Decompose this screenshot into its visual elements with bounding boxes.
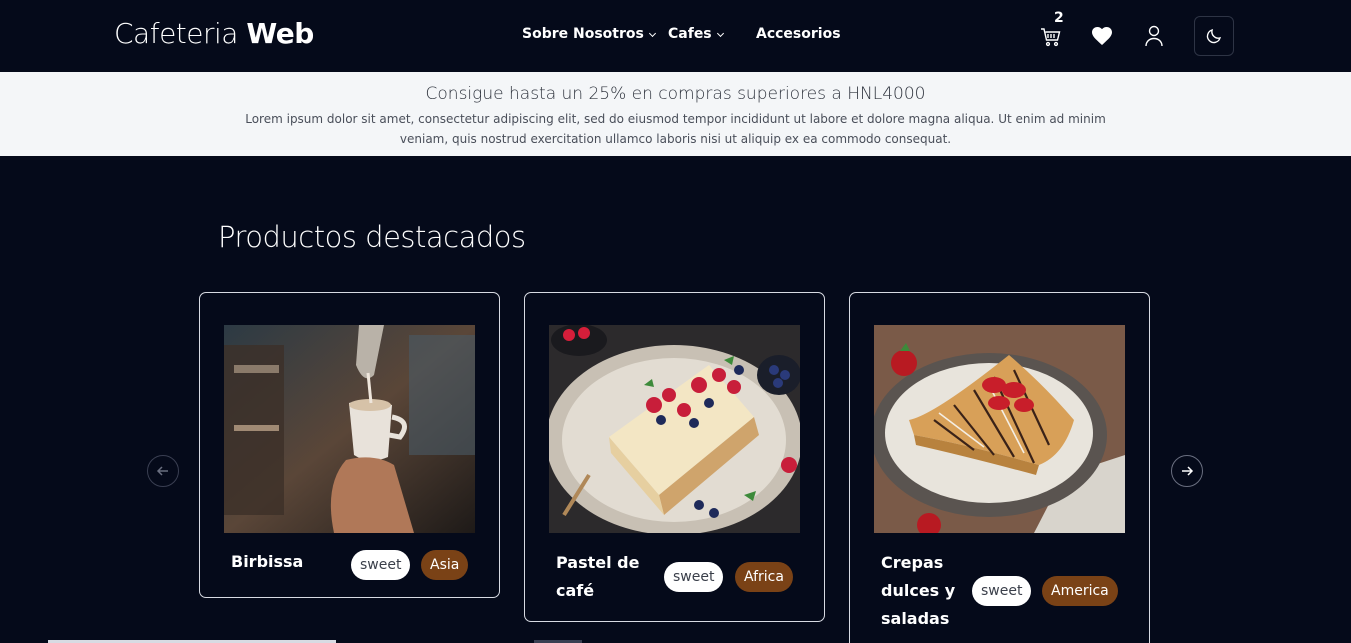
nav-item-sobre-nosotros[interactable]: Sobre Nosotros <box>522 26 656 42</box>
nav-item-accesorios[interactable]: Accesorios <box>756 26 841 42</box>
cart-icon[interactable] <box>1039 24 1063 48</box>
arrow-right-icon <box>1182 466 1194 476</box>
moon-icon <box>1206 29 1221 44</box>
product-name: Crepas dulces y saladas <box>881 553 956 628</box>
site-logo[interactable]: Cafeteria Web <box>114 17 314 50</box>
product-card[interactable]: Pastel de café sweet Africa <box>524 292 825 622</box>
cart-count-badge: 2 <box>1054 10 1064 26</box>
nav-label: Sobre Nosotros <box>522 26 644 42</box>
product-name: Pastel de café <box>556 553 640 600</box>
tag-badge[interactable]: sweet <box>351 550 411 580</box>
logo-text-bold: Web <box>246 17 314 50</box>
nav-label: Cafes <box>668 26 712 42</box>
theme-toggle-button[interactable] <box>1194 16 1234 56</box>
region-badge[interactable]: Asia <box>421 550 469 580</box>
chevron-down-icon <box>648 29 656 37</box>
promo-banner: Consigue hasta un 25% en compras superio… <box>0 72 1351 156</box>
user-icon[interactable] <box>1143 24 1165 48</box>
product-image[interactable] <box>549 325 800 533</box>
tag-badge[interactable]: sweet <box>664 562 724 592</box>
region-badge[interactable]: America <box>1042 576 1118 606</box>
nav-item-cafes[interactable]: Cafes <box>668 26 724 42</box>
product-image[interactable] <box>874 325 1125 533</box>
navbar: Cafeteria Web Sobre Nosotros Cafes Acces… <box>0 0 1351 72</box>
promo-text: Lorem ipsum dolor sit amet, consectetur … <box>245 112 1106 146</box>
featured-products-title: Productos destacados <box>218 220 526 254</box>
region-badge[interactable]: Africa <box>735 562 793 592</box>
chevron-down-icon <box>716 29 724 37</box>
arrow-left-icon <box>156 466 168 476</box>
tag-badge[interactable]: sweet <box>972 576 1032 606</box>
carousel-next-button[interactable] <box>1171 455 1203 487</box>
heart-icon[interactable] <box>1090 24 1114 48</box>
promo-title: Consigue hasta un 25% en compras superio… <box>425 84 926 104</box>
product-card[interactable]: Crepas dulces y saladas sweet America <box>849 292 1150 643</box>
logo-text-light: Cafeteria <box>114 17 247 50</box>
product-card[interactable]: Birbissa sweet Asia <box>199 292 500 598</box>
product-name: Birbissa <box>231 552 304 571</box>
nav-label: Accesorios <box>756 26 841 42</box>
product-image[interactable] <box>224 325 475 533</box>
carousel-prev-button[interactable] <box>147 455 179 487</box>
